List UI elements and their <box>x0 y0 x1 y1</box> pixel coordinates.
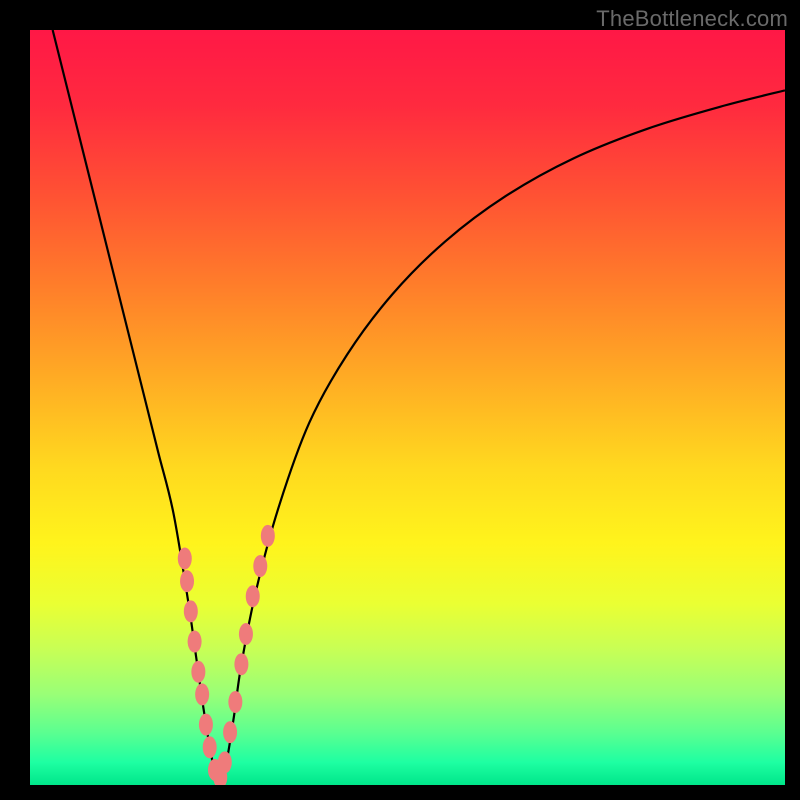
curve-marker <box>253 555 267 577</box>
curve-marker <box>188 631 202 653</box>
curve-marker <box>178 548 192 570</box>
curve-marker <box>203 736 217 758</box>
bottleneck-curve <box>30 30 785 785</box>
curve-marker <box>180 570 194 592</box>
curve-marker <box>191 661 205 683</box>
curve-marker <box>239 623 253 645</box>
curve-marker <box>223 721 237 743</box>
marker-layer <box>178 525 275 785</box>
curve-marker <box>246 585 260 607</box>
curve-marker <box>234 653 248 675</box>
chart-frame: TheBottleneck.com <box>0 0 800 800</box>
curve-marker <box>199 714 213 736</box>
plot-area <box>30 30 785 785</box>
watermark-text: TheBottleneck.com <box>596 6 788 32</box>
curve-line <box>53 30 785 785</box>
curve-marker <box>261 525 275 547</box>
curve-marker <box>228 691 242 713</box>
curve-marker <box>184 600 198 622</box>
curve-marker <box>218 751 232 773</box>
curve-marker <box>195 683 209 705</box>
